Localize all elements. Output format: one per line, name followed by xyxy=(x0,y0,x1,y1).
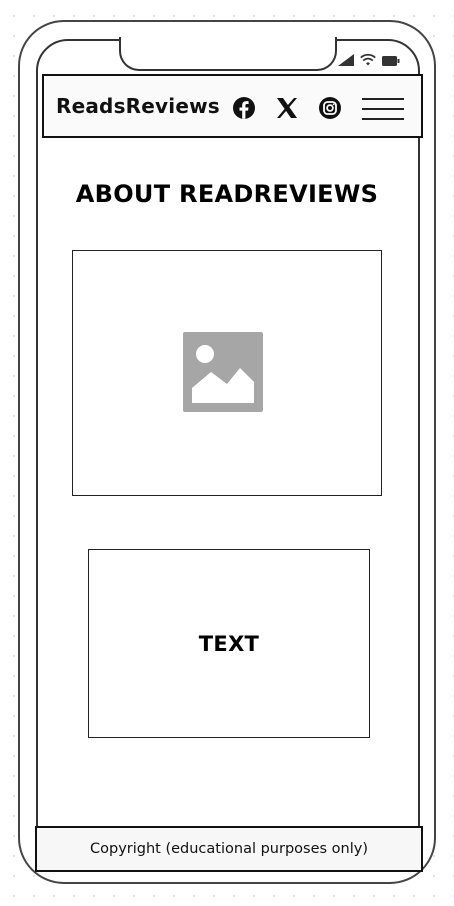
hamburger-line xyxy=(362,98,404,100)
battery-icon xyxy=(382,51,400,70)
status-bar xyxy=(338,52,402,68)
footer: Copyright (educational purposes only) xyxy=(35,826,423,872)
x-icon[interactable] xyxy=(275,96,299,120)
hamburger-menu-icon[interactable] xyxy=(362,94,406,122)
instagram-icon[interactable] xyxy=(318,96,342,120)
cellular-signal-icon xyxy=(338,51,354,70)
text-box-label: TEXT xyxy=(198,631,260,656)
footer-copyright-text: Copyright (educational purposes only) xyxy=(90,841,368,857)
image-placeholder-box xyxy=(72,250,382,496)
wifi-icon xyxy=(360,51,376,70)
hamburger-line xyxy=(362,118,404,120)
hamburger-line xyxy=(362,108,404,110)
facebook-icon[interactable] xyxy=(232,96,256,120)
top-navbar: ReadsReviews xyxy=(42,74,423,138)
phone-notch xyxy=(119,37,337,71)
brand-logo-text[interactable]: ReadsReviews xyxy=(56,94,220,118)
page-title: ABOUT READREVIEWS xyxy=(75,180,379,208)
text-content-box: TEXT xyxy=(88,549,370,738)
image-placeholder-icon xyxy=(183,332,263,412)
